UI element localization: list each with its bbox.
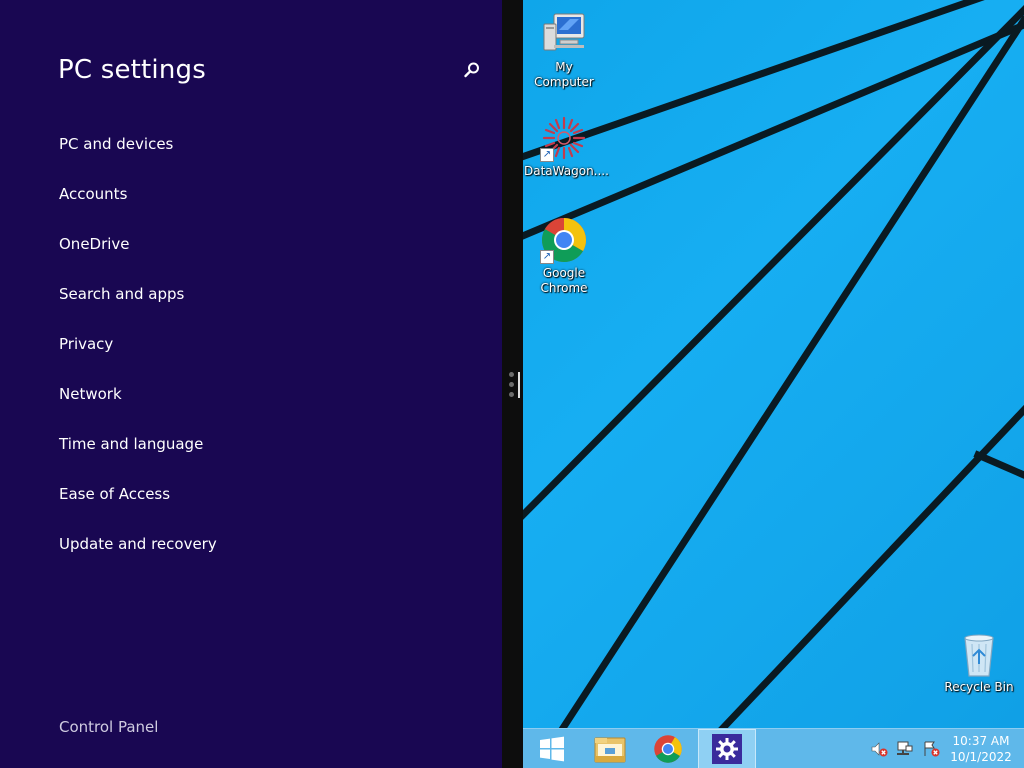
windows-logo-icon — [540, 736, 564, 762]
snap-divider — [502, 0, 523, 768]
chrome-icon: ↗ — [540, 216, 588, 264]
nav-item-search-and-apps[interactable]: Search and apps — [59, 284, 217, 334]
page-title: PC settings — [58, 55, 206, 85]
pc-settings-pane: PC settings PC and devices Accounts OneD… — [0, 0, 502, 768]
taskbar-clock[interactable]: 10:37 AM 10/1/2022 — [943, 733, 1019, 765]
action-center-icon[interactable] — [922, 740, 940, 758]
taskbar-chrome[interactable] — [639, 729, 697, 768]
taskbar: 10:37 AM 10/1/2022 — [523, 728, 1024, 768]
desktop-icon-label: DataWagon.... — [524, 164, 609, 178]
taskbar-pc-settings[interactable] — [698, 729, 756, 768]
nav-item-accounts[interactable]: Accounts — [59, 184, 217, 234]
nav-item-onedrive[interactable]: OneDrive — [59, 234, 217, 284]
wallpaper-lines — [523, 0, 1024, 728]
desktop-icon-datawagon[interactable]: ↗ DataWagon.... — [524, 114, 609, 179]
desktop-icon-recycle-bin[interactable]: Recycle Bin — [939, 630, 1019, 695]
datawagon-icon: ↗ — [540, 114, 588, 162]
speaker-muted-icon[interactable] — [870, 740, 888, 758]
control-panel-link[interactable]: Control Panel — [59, 718, 158, 736]
desktop: My Computer ↗ DataWagon.... ↗ Google Chr… — [523, 0, 1024, 728]
desktop-icon-label: Recycle Bin — [944, 680, 1014, 694]
settings-nav: PC and devices Accounts OneDrive Search … — [59, 134, 217, 584]
desktop-icon-my-computer[interactable]: My Computer — [524, 10, 604, 90]
chrome-icon — [654, 735, 682, 763]
nav-item-ease-of-access[interactable]: Ease of Access — [59, 484, 217, 534]
snap-divider-handle[interactable] — [509, 370, 523, 400]
nav-item-privacy[interactable]: Privacy — [59, 334, 217, 384]
system-tray — [870, 737, 940, 761]
network-icon[interactable] — [896, 740, 914, 758]
gear-icon — [716, 738, 738, 760]
folder-icon — [594, 737, 626, 763]
clock-date: 10/1/2022 — [950, 750, 1012, 764]
computer-icon — [540, 10, 588, 58]
nav-item-time-and-language[interactable]: Time and language — [59, 434, 217, 484]
search-button[interactable] — [460, 58, 484, 82]
nav-item-network[interactable]: Network — [59, 384, 217, 434]
search-icon — [464, 62, 479, 78]
start-button[interactable] — [523, 729, 581, 768]
recycle-bin-icon — [955, 630, 1003, 678]
taskbar-file-explorer[interactable] — [581, 729, 639, 768]
clock-time: 10:37 AM — [952, 734, 1010, 748]
nav-item-pc-and-devices[interactable]: PC and devices — [59, 134, 217, 184]
desktop-icon-label: My Computer — [534, 60, 594, 89]
desktop-icon-label: Google Chrome — [540, 266, 588, 295]
desktop-icon-google-chrome[interactable]: ↗ Google Chrome — [524, 216, 604, 296]
shortcut-arrow-icon: ↗ — [540, 250, 554, 264]
shortcut-arrow-icon: ↗ — [540, 148, 554, 162]
nav-item-update-and-recovery[interactable]: Update and recovery — [59, 534, 217, 584]
